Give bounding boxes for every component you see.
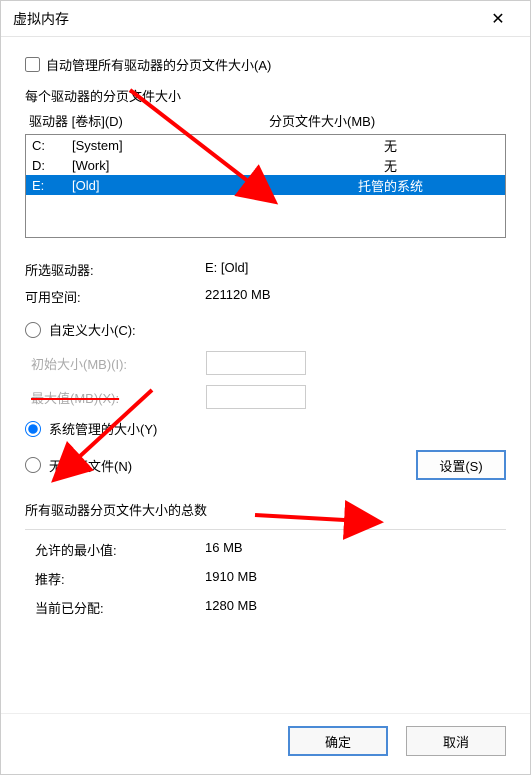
drive-label: [System] <box>72 138 282 153</box>
close-icon: ✕ <box>491 9 504 29</box>
custom-size-label: 自定义大小(C): <box>49 320 136 339</box>
system-managed-radio[interactable] <box>25 421 41 437</box>
ok-button[interactable]: 确定 <box>288 726 388 756</box>
recommended-value: 1910 MB <box>205 569 506 588</box>
drive-letter: D: <box>32 158 72 173</box>
no-paging-radio[interactable] <box>25 457 41 473</box>
drive-row-c[interactable]: C: [System] 无 <box>26 135 505 155</box>
drive-letter: E: <box>32 178 72 193</box>
totals-section: 所有驱动器分页文件大小的总数 允许的最小值: 16 MB 推荐: 1910 MB… <box>25 500 506 617</box>
drive-size: 托管的系统 <box>282 176 499 195</box>
drive-label: [Work] <box>72 158 282 173</box>
no-paging-label: 无分页文件(N) <box>49 456 132 475</box>
drive-header: 驱动器 [卷标](D) 分页文件大小(MB) <box>25 111 506 130</box>
close-button[interactable]: ✕ <box>478 4 518 34</box>
max-size-row: 最大值(MB)(X): <box>31 385 506 409</box>
drive-row-e[interactable]: E: [Old] 托管的系统 <box>26 175 505 195</box>
drive-size: 无 <box>282 156 499 175</box>
titlebar: 虚拟内存 ✕ <box>1 1 530 37</box>
system-managed-radio-row[interactable]: 系统管理的大小(Y) <box>25 419 506 438</box>
totals-group-label: 所有驱动器分页文件大小的总数 <box>25 500 506 519</box>
drive-size: 无 <box>282 136 499 155</box>
custom-size-radio-row[interactable]: 自定义大小(C): <box>25 320 506 339</box>
dialog-footer: 确定 取消 <box>1 713 530 774</box>
initial-size-input <box>206 351 306 375</box>
set-button[interactable]: 设置(S) <box>416 450 506 480</box>
window-title: 虚拟内存 <box>13 9 478 29</box>
min-allowed-label: 允许的最小值: <box>35 540 205 559</box>
selected-drive-value: E: [Old] <box>205 260 506 279</box>
system-managed-label: 系统管理的大小(Y) <box>49 419 157 438</box>
free-space-label: 可用空间: <box>25 287 205 306</box>
current-value: 1280 MB <box>205 598 506 617</box>
free-space-value: 221120 MB <box>205 287 506 306</box>
selected-drive-label: 所选驱动器: <box>25 260 205 279</box>
recommended-label: 推荐: <box>35 569 205 588</box>
size-options: 自定义大小(C): 初始大小(MB)(I): 最大值(MB)(X): 系统管理的… <box>25 320 506 480</box>
no-paging-radio-row[interactable]: 无分页文件(N) <box>25 456 416 475</box>
content-area: 自动管理所有驱动器的分页文件大小(A) 每个驱动器的分页文件大小 驱动器 [卷标… <box>1 37 530 713</box>
virtual-memory-dialog: 虚拟内存 ✕ 自动管理所有驱动器的分页文件大小(A) 每个驱动器的分页文件大小 … <box>0 0 531 775</box>
max-size-input <box>206 385 306 409</box>
cancel-button[interactable]: 取消 <box>406 726 506 756</box>
drive-list[interactable]: C: [System] 无 D: [Work] 无 E: [Old] 托管的系统 <box>25 134 506 238</box>
auto-manage-label: 自动管理所有驱动器的分页文件大小(A) <box>46 55 271 74</box>
drive-label: [Old] <box>72 178 282 193</box>
drive-header-size: 分页文件大小(MB) <box>269 111 502 130</box>
current-label: 当前已分配: <box>35 598 205 617</box>
divider <box>25 529 506 530</box>
max-size-label: 最大值(MB)(X): <box>31 388 206 407</box>
initial-size-row: 初始大小(MB)(I): <box>31 351 506 375</box>
drive-header-label: 驱动器 [卷标](D) <box>29 111 269 130</box>
drive-letter: C: <box>32 138 72 153</box>
auto-manage-checkbox[interactable] <box>25 57 40 72</box>
selected-drive-info: 所选驱动器: E: [Old] 可用空间: 221120 MB <box>25 260 506 306</box>
min-allowed-value: 16 MB <box>205 540 506 559</box>
auto-manage-checkbox-row[interactable]: 自动管理所有驱动器的分页文件大小(A) <box>25 55 506 74</box>
custom-size-radio[interactable] <box>25 322 41 338</box>
drive-row-d[interactable]: D: [Work] 无 <box>26 155 505 175</box>
per-drive-label: 每个驱动器的分页文件大小 <box>25 86 506 105</box>
initial-size-label: 初始大小(MB)(I): <box>31 354 206 373</box>
